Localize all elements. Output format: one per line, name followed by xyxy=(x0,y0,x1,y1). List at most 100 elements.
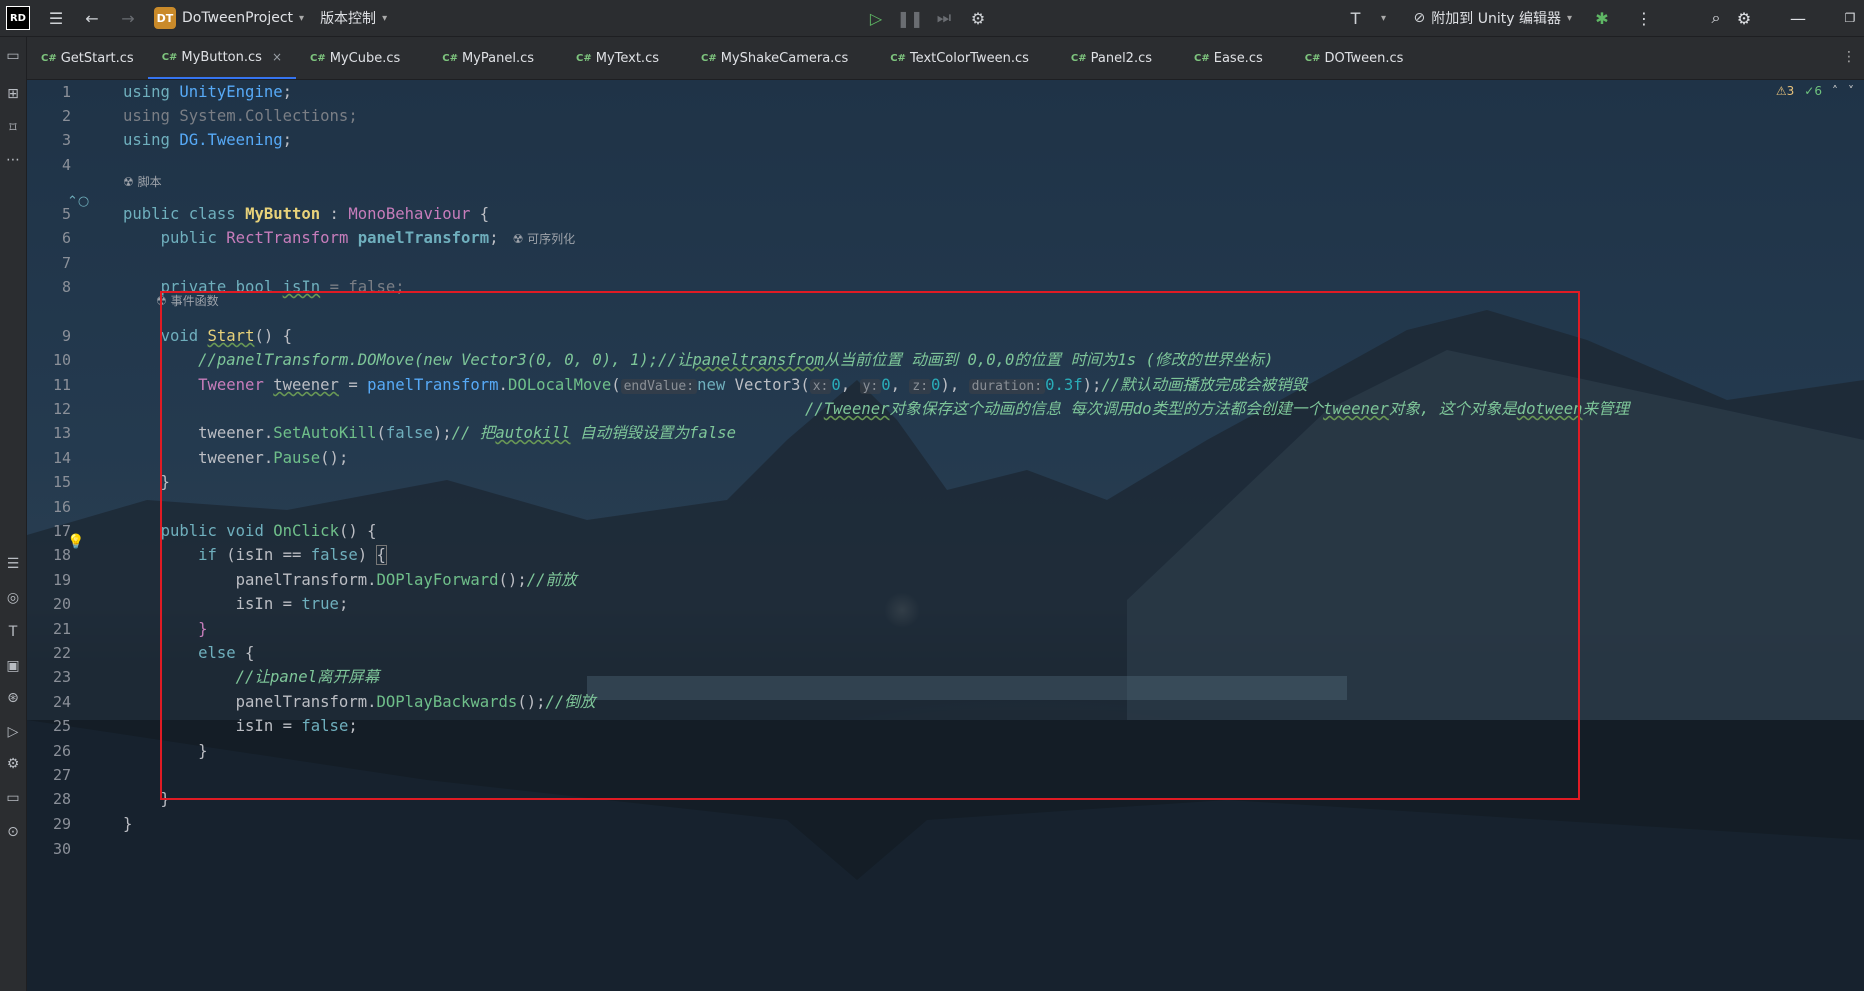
hamburger-icon[interactable]: ☰ xyxy=(38,0,74,36)
chevron-down-icon[interactable]: ▾ xyxy=(1370,4,1398,32)
code-editor[interactable]: ⚠3 ✓6 ˄ ˅ 1 2 3 4 5 6 7 8 9 10 11 12 13 … xyxy=(27,80,1864,991)
tab-mytext[interactable]: C# MyText.cs xyxy=(562,37,673,79)
line-number: 10 xyxy=(52,351,71,369)
arrow-left-icon[interactable]: ← xyxy=(74,0,110,36)
close-icon[interactable]: × xyxy=(272,50,282,64)
line-number: 22 xyxy=(52,644,71,662)
check-icon: ✓6 xyxy=(1804,84,1822,98)
line-number: 2 xyxy=(61,107,71,125)
line-number: 17 xyxy=(52,522,71,540)
lightbulb-icon[interactable]: 💡 xyxy=(67,534,84,550)
debug-icon[interactable]: ⊛ xyxy=(2,687,24,709)
line-number: 15 xyxy=(52,473,71,491)
line-number: 27 xyxy=(52,766,71,784)
csharp-icon: C# xyxy=(890,52,906,64)
bug-icon[interactable]: ✱ xyxy=(1588,4,1616,32)
structure-icon[interactable]: ⊞ xyxy=(2,83,24,105)
line-number: 21 xyxy=(52,620,71,638)
tab-myshakecamera[interactable]: C# MyShakeCamera.cs xyxy=(687,37,862,79)
hammer-icon[interactable]: T xyxy=(1342,4,1370,32)
code-area[interactable]: using UnityEngine; using System.Collecti… xyxy=(123,80,1629,833)
problems-icon[interactable]: ⊙ xyxy=(2,821,24,843)
profile-icon[interactable]: ⚙ xyxy=(964,4,992,32)
tab-mycube[interactable]: C# MyCube.cs xyxy=(296,37,414,79)
line-number: 28 xyxy=(52,790,71,808)
tab-label: MyPanel.cs xyxy=(461,50,535,66)
vcs-menu[interactable]: 版本控制 ▾ xyxy=(312,4,395,32)
code-line: public class MyButton : MonoBehaviour { xyxy=(123,205,490,223)
warning-icon: ⚠3 xyxy=(1775,84,1795,98)
csharp-icon: C# xyxy=(41,52,57,64)
line-number: 12 xyxy=(52,400,71,418)
editor-tab-bar: C# GetStart.cs C# MyButton.cs × C# MyCube.cs… xyxy=(27,37,1864,80)
csharp-icon: C# xyxy=(1070,52,1087,64)
tab-label: MyText.cs xyxy=(595,50,659,66)
tab-mypanel[interactable]: C# MyPanel.cs xyxy=(428,37,548,79)
attach-unity-button[interactable]: ⊘ 附加到 Unity 编辑器 ▾ xyxy=(1406,4,1580,32)
step-icon[interactable]: ⏭ xyxy=(930,4,958,32)
more-vertical-icon[interactable]: ⋮ xyxy=(1842,49,1856,65)
arrow-right-icon[interactable]: → xyxy=(110,0,146,36)
folder-icon[interactable]: ▭ xyxy=(2,45,24,67)
line-number: 3 xyxy=(61,131,71,149)
tab-panel2[interactable]: C# Panel2.cs xyxy=(1057,37,1166,79)
more-vertical-icon[interactable]: ⋮ xyxy=(1630,4,1658,32)
line-number: 29 xyxy=(52,815,71,833)
line-number: 6 xyxy=(61,229,71,247)
tab-label: TextColorTween.cs xyxy=(909,50,1029,66)
chevron-up-icon[interactable]: ˄ xyxy=(1832,84,1838,98)
tab-ease[interactable]: C# Ease.cs xyxy=(1180,37,1277,79)
list-icon[interactable]: ☰ xyxy=(2,553,24,575)
chevron-down-icon[interactable]: ˅ xyxy=(1848,84,1854,98)
code-line: using UnityEngine; xyxy=(123,83,293,101)
hint-script[interactable]: ☢ 脚本 xyxy=(123,173,162,190)
restore-icon[interactable]: ❐ xyxy=(1836,4,1864,32)
inspection-status[interactable]: ⚠3 ✓6 ˄ ˅ xyxy=(1776,84,1854,98)
line-number: 7 xyxy=(61,254,71,272)
search-icon[interactable]: ⌕ xyxy=(1702,4,1730,32)
line-number: 9 xyxy=(61,327,71,345)
bookmark-icon[interactable]: ⌑ xyxy=(2,117,24,139)
project-selector[interactable]: DT DoTweenProject ▾ xyxy=(146,4,312,32)
line-number: 11 xyxy=(52,376,71,394)
highlight-box xyxy=(160,291,1580,800)
tab-getstart[interactable]: C# GetStart.cs xyxy=(27,37,148,79)
line-number: 26 xyxy=(52,742,71,760)
terminal-icon[interactable]: ▭ xyxy=(2,787,24,809)
attach-icon: ⊘ xyxy=(1413,10,1426,26)
line-number: 24 xyxy=(52,693,71,711)
hammer-icon[interactable]: T xyxy=(2,621,24,643)
app-logo: RD xyxy=(6,6,30,30)
tab-dotween[interactable]: C# DOTween.cs xyxy=(1291,37,1418,79)
tab-label: MyCube.cs xyxy=(329,50,401,66)
minimize-icon[interactable]: — xyxy=(1784,4,1812,32)
unity-icon[interactable]: ◎ xyxy=(2,587,24,609)
services-icon[interactable]: ⚙ xyxy=(2,753,24,775)
vcs-label: 版本控制 xyxy=(320,11,377,27)
more-icon[interactable]: ⋯ xyxy=(2,149,24,171)
run-icon[interactable]: ▷ xyxy=(2,721,24,743)
pause-icon[interactable]: ❚❚ xyxy=(896,4,924,32)
tab-label: MyShakeCamera.cs xyxy=(720,50,849,66)
title-bar: RD ☰ ← → DT DoTweenProject ▾ 版本控制 ▾ ▷ ❚❚… xyxy=(0,0,1864,37)
csharp-icon: C# xyxy=(1194,52,1210,64)
line-number: 16 xyxy=(52,498,71,516)
tab-textcolortween[interactable]: C# TextColorTween.cs xyxy=(876,37,1043,79)
gear-icon[interactable]: ⚙ xyxy=(1730,4,1758,32)
code-line: } xyxy=(123,815,133,833)
tab-label: DOTween.cs xyxy=(1324,50,1404,66)
line-number: 19 xyxy=(52,571,71,589)
line-number: 13 xyxy=(52,424,71,442)
chevron-down-icon: ▾ xyxy=(382,12,388,24)
implement-icon[interactable]: ⌃○ xyxy=(67,194,89,209)
csharp-icon: C# xyxy=(310,52,326,64)
line-number: 5 xyxy=(61,205,71,223)
line-number: 18 xyxy=(52,546,71,564)
project-badge: DT xyxy=(154,7,176,29)
csharp-icon: C# xyxy=(161,51,178,63)
build-icon[interactable]: ▣ xyxy=(2,655,24,677)
line-number: 8 xyxy=(61,278,71,296)
tab-mybutton[interactable]: C# MyButton.cs × xyxy=(147,37,296,79)
play-icon[interactable]: ▷ xyxy=(862,4,890,32)
tab-label: Panel2.cs xyxy=(1090,50,1153,66)
